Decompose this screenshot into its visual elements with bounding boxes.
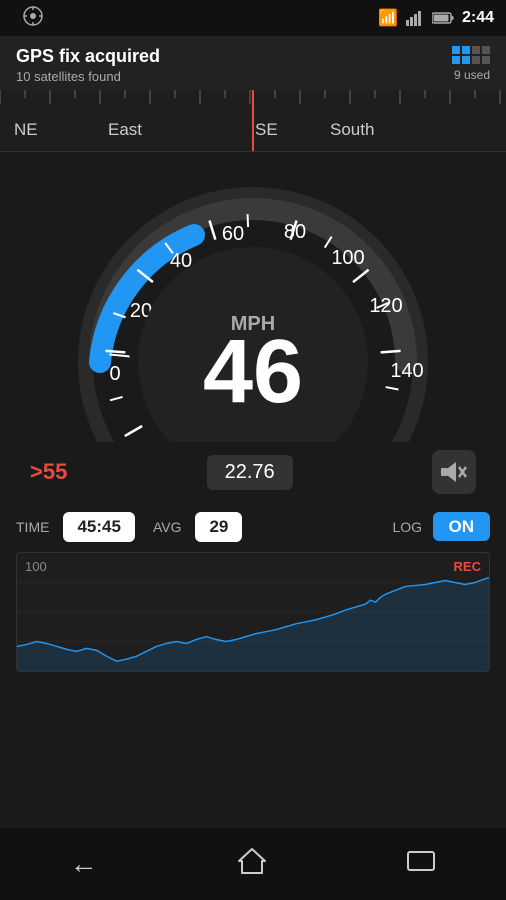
log-label: LOG	[392, 519, 422, 535]
svg-text:140: 140	[390, 360, 423, 382]
sat-cell-7	[472, 56, 480, 64]
sat-cell-4	[482, 46, 490, 54]
mute-icon	[441, 461, 467, 483]
status-time: 2:44	[462, 9, 494, 27]
gps-title: GPS fix acquired	[16, 46, 160, 67]
compass-east: East	[108, 120, 142, 140]
log-value[interactable]: ON	[433, 512, 491, 541]
time-value[interactable]: 45:45	[63, 512, 134, 542]
home-icon	[237, 847, 267, 875]
compass-cursor	[252, 90, 254, 152]
log-toggle: LOG ON	[392, 517, 490, 537]
speedometer: 0 20 40 60 80 100 120 140	[63, 162, 443, 442]
svg-text:120: 120	[369, 295, 402, 317]
sat-cell-3	[472, 46, 480, 54]
gps-subtitle: 10 satellites found	[16, 69, 160, 84]
status-bar: 📶 2:44	[0, 0, 506, 36]
speedometer-svg: 0 20 40 60 80 100 120 140	[63, 162, 443, 442]
svg-text:100: 100	[331, 247, 364, 269]
svg-text:0: 0	[109, 363, 120, 385]
battery-icon	[432, 12, 454, 24]
speed-graph: 100 REC	[16, 552, 490, 672]
svg-text:60: 60	[222, 223, 244, 245]
sat-cell-2	[462, 46, 470, 54]
info-row: >55 22.76	[0, 442, 506, 502]
mute-button[interactable]	[432, 450, 476, 494]
stats-row: TIME 45:45 AVG 29 LOG ON	[0, 502, 506, 552]
avg-label: AVG	[153, 519, 182, 535]
svg-text:46: 46	[203, 322, 303, 422]
sat-cell-1	[452, 46, 460, 54]
home-button[interactable]	[237, 847, 267, 882]
satellites-used: 9 used	[454, 68, 490, 82]
distance-badge: 22.76	[207, 455, 293, 490]
gps-status-icon	[22, 5, 44, 32]
nav-bar: ←	[0, 828, 506, 900]
recent-button[interactable]	[406, 848, 436, 880]
satellite-grid	[452, 46, 490, 64]
gps-header: GPS fix acquired 10 satellites found 9 u…	[0, 36, 506, 90]
time-label: TIME	[16, 519, 49, 535]
sat-cell-6	[462, 56, 470, 64]
satellite-info: 9 used	[452, 46, 490, 82]
speed-alert: >55	[30, 459, 67, 485]
signal-icon	[406, 10, 424, 26]
speed-graph-svg	[17, 553, 489, 671]
compass-bar: // ticks rendered inline below NE East S…	[0, 90, 506, 152]
compass-south: South	[330, 120, 374, 140]
back-button[interactable]: ←	[70, 848, 98, 880]
recent-icon	[406, 849, 436, 873]
avg-value[interactable]: 29	[195, 512, 242, 542]
sat-cell-8	[482, 56, 490, 64]
compass-ne: NE	[14, 120, 38, 140]
compass-se: SE	[255, 120, 278, 140]
speedometer-container: 0 20 40 60 80 100 120 140	[0, 152, 506, 442]
bluetooth-icon: 📶	[378, 8, 398, 28]
sat-cell-5	[452, 56, 460, 64]
